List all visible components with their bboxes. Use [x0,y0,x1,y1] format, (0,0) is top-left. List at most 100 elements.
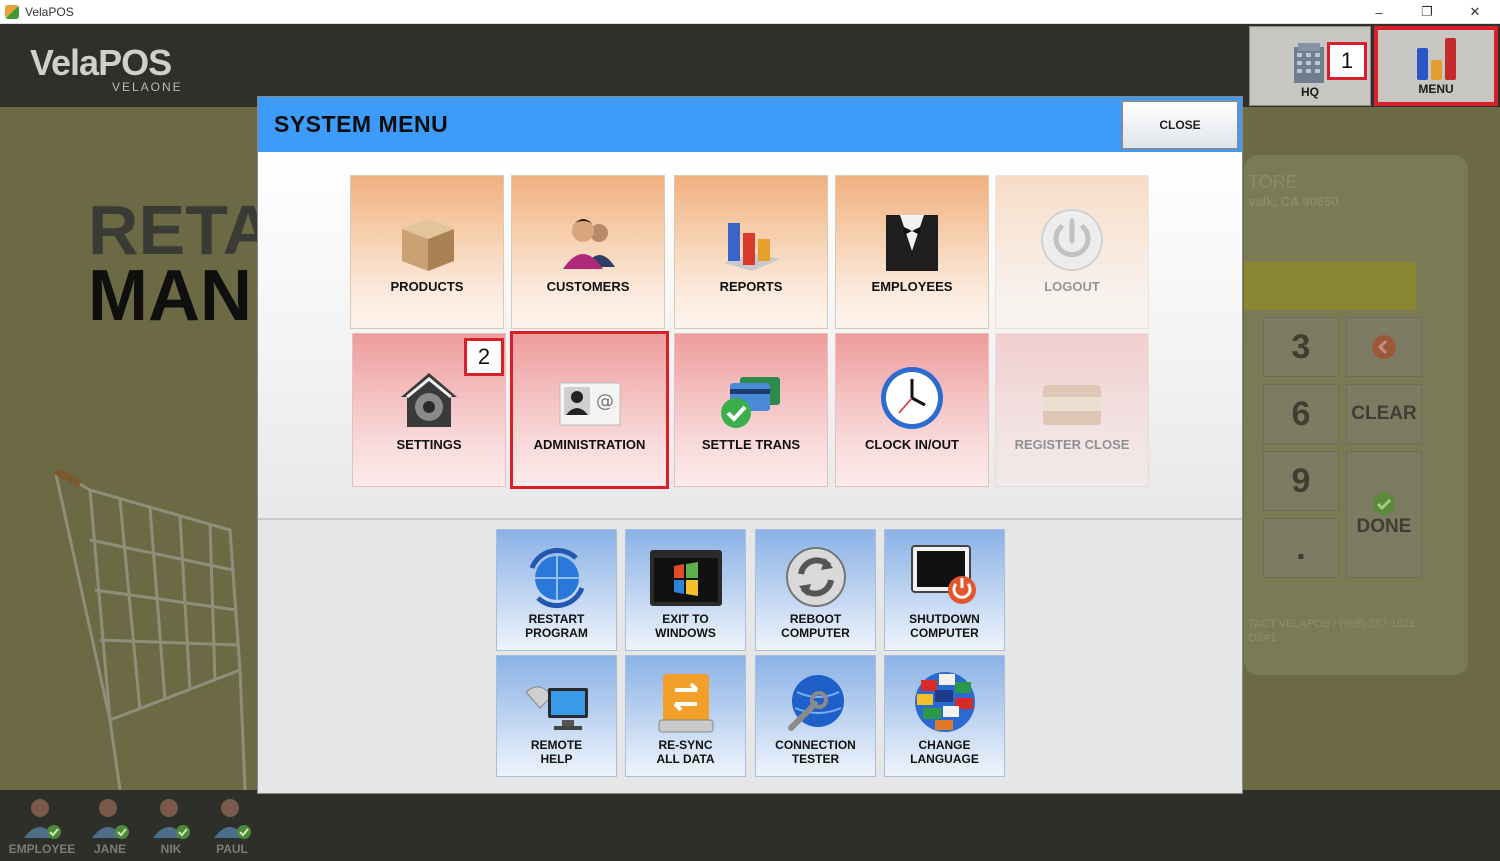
background-amount-display [1244,262,1416,310]
key-backspace [1346,317,1422,377]
person-icon [153,799,190,839]
globe-wrench-icon [787,675,844,731]
shutdown-monitor-icon [910,545,976,604]
reboot-arrows-icon [785,547,846,607]
background-store-name: TORE [1248,172,1298,192]
register-close-tile[interactable]: REGISTER CLOSE [995,333,1149,487]
remote-help-button[interactable]: REMOTE HELP [496,655,617,777]
dialog-header: SYSTEM MENU CLOSE [258,97,1242,152]
settings-label: SETTINGS [396,437,462,452]
maximize-button[interactable]: ❐ [1404,0,1450,24]
clock-icon [881,367,943,429]
section-divider [258,518,1242,520]
change-language-button[interactable]: CHANGE LANGUAGE [884,655,1005,777]
menu-button-label: MENU [1418,82,1454,96]
person-icon [214,799,251,839]
logout-label: LOGOUT [1044,279,1100,294]
window-close-button[interactable]: ✕ [1452,0,1498,24]
customers-tile[interactable]: CUSTOMERS [511,175,665,329]
employee-avatar: NIK [139,796,203,856]
employee-avatar: EMPLOYEE [8,796,76,856]
employee-name: JANE [93,842,126,856]
administration-label: ADMINISTRATION [533,437,646,452]
products-tile[interactable]: PRODUCTS [350,175,504,329]
key-9: 9 [1263,451,1339,511]
clock-in-out-label: CLOCK IN/OUT [865,437,959,452]
step-marker-1: 1 [1327,42,1367,80]
settle-trans-tile[interactable]: SETTLE TRANS [674,333,828,487]
employee-name: EMPLOYEE [8,842,76,856]
power-icon [1041,209,1103,271]
employee-avatar: JANE [78,796,142,856]
shutdown-computer-button[interactable]: SHUTDOWN COMPUTER [884,529,1005,651]
background-pos-number: OS#1 [1248,632,1277,644]
employee-name: PAUL [216,842,248,856]
person-icon [92,799,129,839]
re-sync-all-data-button[interactable]: RE-SYNC ALL DATA [625,655,746,777]
restart-program-button[interactable]: RESTART PROGRAM [496,529,617,651]
background-contact-text: TACT VELAPOS / (908)-287-1021 [1248,618,1416,630]
flags-globe-icon [914,672,975,732]
employees-label: EMPLOYEES [871,279,953,294]
key-done: DONE [1346,451,1422,578]
menu-button[interactable]: MENU [1374,26,1498,106]
key-dot: . [1263,518,1339,578]
background-headline-manager: MAN [88,256,252,336]
window-title: VelaPOS [25,4,74,19]
clock-in-out-tile[interactable]: CLOCK IN/OUT [835,333,989,487]
building-icon [1294,43,1324,83]
backspace-icon [1372,335,1396,359]
key-clear: CLEAR [1346,384,1422,444]
windows-monitor-icon [649,550,722,606]
settings-gear-house-icon [401,373,457,427]
velapos-logo: VelaPOS [30,42,172,83]
bar-chart-icon [1417,38,1456,80]
reports-label: REPORTS [719,279,783,294]
logout-tile[interactable]: LOGOUT [995,175,1149,329]
velaone-logo-sub: VELAONE [112,80,183,94]
dialog-title: SYSTEM MENU [274,111,449,137]
reboot-computer-button[interactable]: REBOOT COMPUTER [755,529,876,651]
shutdown-computer-label: SHUTDOWN COMPUTER [909,612,980,640]
register-close-label: REGISTER CLOSE [1014,437,1130,452]
step-marker-2: 2 [464,338,504,376]
key-3: 3 [1263,317,1339,377]
exit-to-windows-label: EXIT TO WINDOWS [655,612,716,640]
system-menu-dialog: SYSTEM MENU CLOSE PRODUCTS CUSTOMERS REP… [257,96,1243,794]
restart-globe-icon [529,548,584,608]
employee-avatar: PAUL [200,796,264,856]
reports-chart-icon [724,223,780,271]
restart-program-label: RESTART PROGRAM [525,612,588,640]
settle-trans-label: SETTLE TRANS [701,437,801,452]
employee-name: NIK [160,842,182,856]
exit-to-windows-button[interactable]: EXIT TO WINDOWS [625,529,746,651]
employees-tile[interactable]: EMPLOYEES [835,175,989,329]
tuxedo-icon [886,215,938,271]
re-sync-all-data-label: RE-SYNC ALL DATA [656,738,715,766]
remote-help-label: REMOTE HELP [530,738,583,766]
shopping-cart-image [53,470,247,791]
minimize-button[interactable]: – [1356,0,1402,24]
nickels-roll-icon [1043,385,1101,425]
change-language-label: CHANGE LANGUAGE [910,738,979,766]
dialog-close-button[interactable]: CLOSE [1121,100,1239,150]
hq-button-label: HQ [1301,85,1319,99]
connection-tester-label: CONNECTION TESTER [775,738,856,766]
reboot-computer-label: REBOOT COMPUTER [781,612,850,640]
reports-tile[interactable]: REPORTS [674,175,828,329]
check-icon [1373,492,1395,515]
customers-icon [563,219,615,269]
credit-cards-check-icon [721,377,780,428]
background-store-address: valk, CA 90650 [1248,194,1339,209]
connection-tester-button[interactable]: CONNECTION TESTER [755,655,876,777]
key-6: 6 [1263,384,1339,444]
administration-tile[interactable]: @ ADMINISTRATION [510,331,669,489]
sync-drive-icon [658,674,713,733]
box-icon [402,219,454,271]
customers-label: CUSTOMERS [546,279,630,294]
products-label: PRODUCTS [390,279,464,294]
key-done-label: DONE [1356,515,1412,537]
window-titlebar: VelaPOS – ❐ ✕ [0,0,1500,24]
velapos-app-icon [5,4,19,19]
person-icon [24,799,61,839]
